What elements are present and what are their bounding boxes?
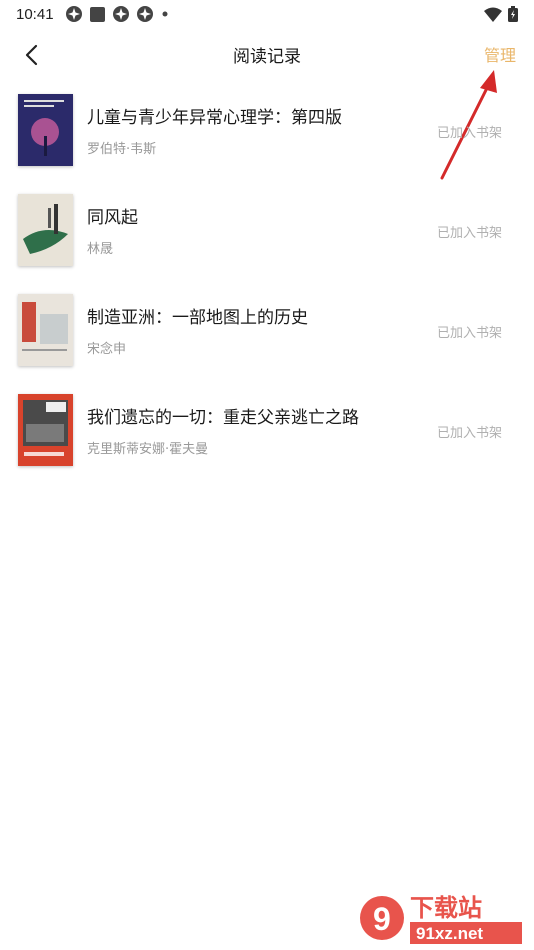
book-cover[interactable]	[18, 294, 73, 366]
shelf-status: 已加入书架	[436, 226, 502, 241]
status-time: 10:41	[16, 5, 54, 23]
reading-record-list: 儿童与青少年异常心理学：第四版 罗伯特·韦斯 已加入书架 同风起 林晟 已加入书…	[0, 86, 534, 486]
svg-text:下载站: 下载站	[410, 894, 482, 922]
book-author: 林晟	[87, 242, 114, 257]
list-item[interactable]: 同风起 林晟 已加入书架	[0, 186, 534, 286]
book-title[interactable]: 儿童与青少年异常心理学：第四版	[87, 103, 342, 128]
book-title[interactable]: 我们遗忘的一切：重走父亲逃亡之路	[87, 403, 359, 428]
dot-icon	[162, 11, 168, 17]
list-item[interactable]: 我们遗忘的一切：重走父亲逃亡之路 克里斯蒂安娜·霍夫曼 已加入书架	[0, 386, 534, 486]
square-app-icon	[89, 6, 105, 22]
page-title: 阅读记录	[233, 47, 301, 67]
shelf-status: 已加入书架	[436, 426, 502, 441]
watermark-logo: 9 下载站 91xz.net	[358, 888, 528, 948]
book-title[interactable]: 制造亚洲：一部地图上的历史	[87, 303, 308, 328]
status-bar: 10:41	[0, 0, 534, 28]
book-title[interactable]: 同风起	[87, 203, 138, 228]
book-cover[interactable]	[18, 194, 73, 266]
notification-icons	[65, 6, 169, 22]
pinwheel-icon	[112, 6, 129, 22]
list-item[interactable]: 制造亚洲：一部地图上的历史 宋念申 已加入书架	[0, 286, 534, 386]
battery-icon	[508, 6, 518, 22]
shelf-status: 已加入书架	[436, 126, 502, 141]
book-cover[interactable]	[18, 394, 73, 466]
manage-button[interactable]: 管理	[484, 42, 516, 66]
nav-bar: 阅读记录 管理	[0, 32, 534, 76]
svg-text:9: 9	[373, 901, 391, 937]
pinwheel-icon	[136, 6, 153, 22]
list-item[interactable]: 儿童与青少年异常心理学：第四版 罗伯特·韦斯 已加入书架	[0, 86, 534, 186]
pinwheel-icon	[65, 6, 82, 22]
book-cover[interactable]	[18, 94, 73, 166]
book-author: 克里斯蒂安娜·霍夫曼	[87, 442, 209, 457]
book-author: 罗伯特·韦斯	[87, 142, 157, 157]
wifi-icon	[484, 7, 502, 22]
system-icons	[484, 6, 518, 22]
shelf-status: 已加入书架	[436, 326, 502, 341]
book-author: 宋念申	[87, 342, 127, 357]
svg-text:91xz.net: 91xz.net	[416, 924, 483, 943]
